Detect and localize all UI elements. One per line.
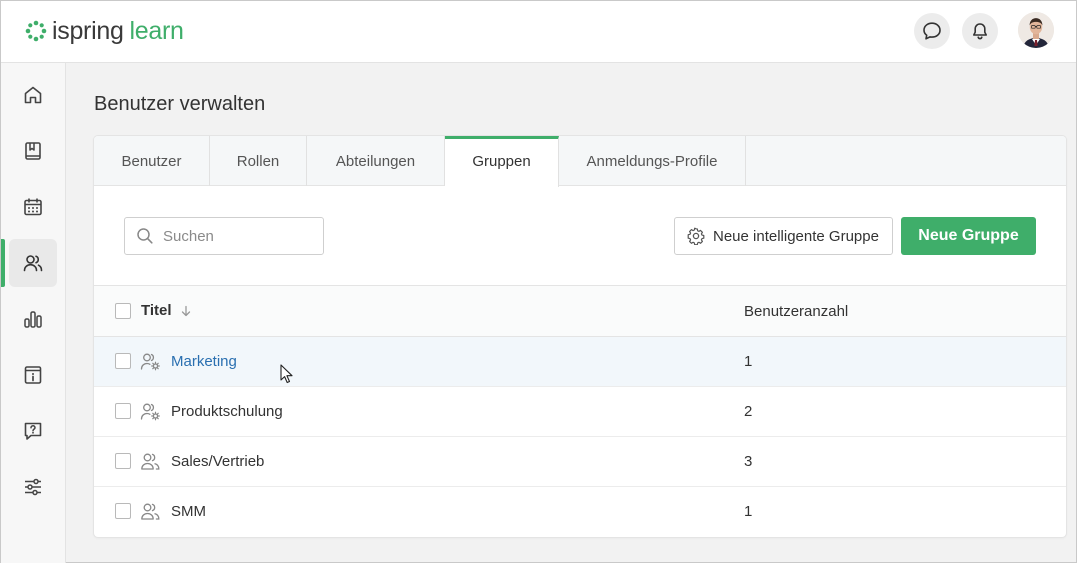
messages-button[interactable] [914,13,950,49]
sidebar-item-home[interactable] [9,71,57,119]
sidebar [1,63,66,563]
group-icon [141,503,160,520]
bar-chart-icon [24,311,42,328]
table-header: Titel Benutzeranzahl [94,285,1066,337]
new-group-button[interactable]: Neue Gruppe [901,217,1036,255]
table-row[interactable]: Sales/Vertrieb 3 [94,437,1066,487]
search-box[interactable] [124,217,324,255]
table-row[interactable]: Marketing 1 [94,337,1066,387]
sidebar-item-users[interactable] [9,239,57,287]
sidebar-item-info[interactable] [9,351,57,399]
tab-departments[interactable]: Abteilungen [307,136,445,186]
table-row[interactable]: SMM 1 [94,487,1066,537]
new-smart-group-button[interactable]: Neue intelligente Gruppe [674,217,893,255]
row-checkbox[interactable] [115,503,131,519]
group-icon [141,453,160,470]
calendar-icon [24,198,42,216]
info-window-icon [24,366,42,384]
row-checkbox[interactable] [115,453,131,469]
page-title: Benutzer verwalten [94,93,266,115]
book-icon [25,142,41,160]
tab-users[interactable]: Benutzer [94,136,210,186]
group-title[interactable]: SMM [171,503,206,520]
new-smart-group-label: Neue intelligente Gruppe [713,227,879,245]
ispring-learn-logo[interactable]: ispring learn [25,15,184,47]
tab-bar: Benutzer Rollen Abteilungen Gruppen Anme… [94,136,1066,187]
search-icon [137,228,153,244]
group-title-link[interactable]: Marketing [171,353,237,370]
tab-groups[interactable]: Gruppen [445,136,559,187]
sidebar-item-reports[interactable] [9,295,57,343]
sidebar-item-library[interactable] [9,127,57,175]
sidebar-active-indicator [1,239,5,287]
row-checkbox[interactable] [115,353,131,369]
logo-brand-text: ispring [52,16,124,45]
groups-table: Titel Benutzeranzahl Marketing 1 Produkt… [94,285,1066,537]
column-count-header[interactable]: Benutzeranzahl [744,303,848,320]
group-title[interactable]: Produktschulung [171,403,283,420]
group-title[interactable]: Sales/Vertrieb [171,453,264,470]
search-input[interactable] [163,227,313,245]
users-icon [23,255,43,272]
tab-roles[interactable]: Rollen [210,136,307,186]
row-checkbox[interactable] [115,403,131,419]
column-title-header[interactable]: Titel [141,302,193,319]
bell-icon [973,23,987,40]
question-bubble-icon [24,422,42,440]
group-user-count: 3 [744,453,753,470]
avatar-photo [1018,12,1054,48]
sort-arrow-down-icon[interactable] [179,304,193,318]
group-user-count: 1 [744,503,753,520]
home-icon [24,86,42,104]
smart-group-icon [140,353,160,371]
ispring-flower-icon [25,20,47,42]
sidebar-item-settings[interactable] [9,463,57,511]
groups-card: Benutzer Rollen Abteilungen Gruppen Anme… [94,136,1066,537]
top-bar: ispring learn [1,1,1076,63]
tab-login-profiles[interactable]: Anmeldungs-Profile [559,136,746,186]
group-user-count: 1 [744,353,753,370]
column-title-label: Titel [141,302,172,319]
gear-icon [687,227,705,245]
user-avatar[interactable] [1018,12,1054,48]
group-user-count: 2 [744,403,753,420]
sidebar-item-help[interactable] [9,407,57,455]
smart-group-icon [140,403,160,421]
mouse-cursor-icon [280,364,293,384]
chat-icon [923,22,941,40]
select-all-checkbox[interactable] [115,303,131,319]
sliders-icon [25,478,41,496]
sidebar-item-calendar[interactable] [9,183,57,231]
logo-product-text: learn [129,16,184,45]
notifications-button[interactable] [962,13,998,49]
table-row[interactable]: Produktschulung 2 [94,387,1066,437]
